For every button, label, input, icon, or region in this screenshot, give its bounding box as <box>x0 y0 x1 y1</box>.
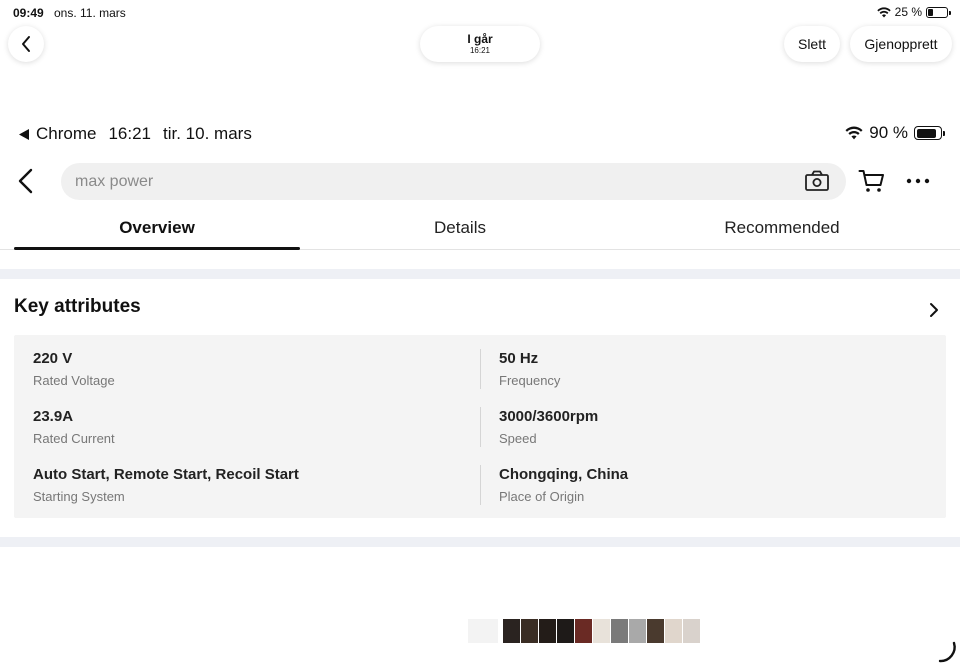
attribute-label: Rated Voltage <box>33 373 115 388</box>
back-arrow-icon[interactable] <box>14 166 40 196</box>
inner-status-date: tir. 10. mars <box>163 124 252 143</box>
thumbnail[interactable] <box>629 619 646 643</box>
attribute-label: Speed <box>499 431 537 446</box>
thumbnail[interactable] <box>503 619 520 643</box>
tab-recommended[interactable]: Recommended <box>620 206 944 250</box>
attribute-label: Place of Origin <box>499 489 585 504</box>
inner-status-bar: Chrome 16:21 tir. 10. mars 90 % <box>0 122 960 146</box>
viewer-status-time: 09:49 <box>13 6 44 20</box>
delete-button[interactable]: Slett <box>784 26 840 62</box>
key-attributes-title: Key attributes <box>14 296 141 317</box>
thumbnail[interactable] <box>647 619 664 643</box>
thumbnail-strip[interactable] <box>468 619 700 643</box>
attribute-value: Chongqing, China <box>499 466 629 483</box>
inner-battery-percent: 90 % <box>869 123 908 142</box>
viewer-time-label: 16:21 <box>469 46 491 55</box>
attribute-rated-voltage: 220 V Rated Voltage <box>33 350 115 388</box>
active-tab-indicator <box>14 247 300 250</box>
column-divider <box>480 349 481 389</box>
attribute-value: 3000/3600rpm <box>499 408 599 425</box>
loading-spinner-icon <box>938 641 956 663</box>
viewer-status-right: 25 % <box>876 5 951 19</box>
attribute-value: 220 V <box>33 350 73 367</box>
tab-overview[interactable]: Overview <box>14 206 300 250</box>
viewer-date-label: I går <box>467 32 493 46</box>
attribute-value: 50 Hz <box>499 350 539 367</box>
attribute-label: Starting System <box>33 489 125 504</box>
section-separator <box>0 537 960 547</box>
attribute-starting-system: Auto Start, Remote Start, Recoil Start S… <box>33 466 299 504</box>
attribute-label: Frequency <box>499 373 561 388</box>
thumbnail[interactable] <box>557 619 574 643</box>
viewer-date-pill[interactable]: I går 16:21 <box>420 26 540 62</box>
more-options-icon[interactable] <box>904 168 932 194</box>
inner-status-time: 16:21 <box>108 124 152 143</box>
search-input[interactable] <box>75 163 775 200</box>
thumbnail[interactable] <box>665 619 682 643</box>
section-separator <box>0 269 960 279</box>
search-bar[interactable] <box>61 163 846 200</box>
thumbnail[interactable] <box>539 619 556 643</box>
cart-icon[interactable] <box>858 168 886 194</box>
viewer-battery-percent: 25 % <box>894 5 922 19</box>
thumbnail[interactable] <box>593 619 610 643</box>
attribute-rated-current: 23.9A Rated Current <box>33 408 115 446</box>
attribute-label: Rated Current <box>33 431 115 446</box>
thumbnail[interactable] <box>521 619 538 643</box>
wifi-icon <box>845 126 863 140</box>
restore-button[interactable]: Gjenopprett <box>850 26 952 62</box>
column-divider <box>480 465 481 505</box>
column-divider <box>480 407 481 447</box>
back-to-app-label[interactable]: Chrome <box>36 124 96 144</box>
thumbnail[interactable] <box>683 619 700 643</box>
attribute-place-of-origin: Chongqing, China Place of Origin <box>499 466 628 504</box>
viewer-back-button[interactable] <box>8 26 44 62</box>
attribute-value: Auto Start, Remote Start, Recoil Start <box>33 466 299 483</box>
viewer-battery-icon <box>926 6 951 18</box>
thumbnail[interactable] <box>575 619 592 643</box>
inner-battery-icon <box>914 126 945 140</box>
back-triangle-icon[interactable] <box>18 128 30 141</box>
thumbnail[interactable] <box>468 619 498 643</box>
attribute-speed: 3000/3600rpm Speed <box>499 408 598 446</box>
viewer-status-bar: 09:49 ons. 11. mars 25 % <box>0 0 960 26</box>
inner-status-right: 90 % <box>845 123 945 143</box>
chevron-right-icon[interactable] <box>926 300 942 320</box>
product-tabs: Overview Details Recommended <box>0 206 960 250</box>
viewer-status-date: ons. 11. mars <box>54 6 126 20</box>
attribute-frequency: 50 Hz Frequency <box>499 350 560 388</box>
attribute-value: 23.9A <box>33 408 74 425</box>
tab-details[interactable]: Details <box>310 206 610 250</box>
inner-status-left: Chrome 16:21 tir. 10. mars <box>18 124 252 144</box>
key-attributes-table: 220 V Rated Voltage 50 Hz Frequency 23.9… <box>14 335 946 518</box>
thumbnail[interactable] <box>611 619 628 643</box>
camera-search-icon[interactable] <box>804 169 830 193</box>
chevron-left-icon <box>22 36 30 52</box>
wifi-icon <box>876 6 891 17</box>
